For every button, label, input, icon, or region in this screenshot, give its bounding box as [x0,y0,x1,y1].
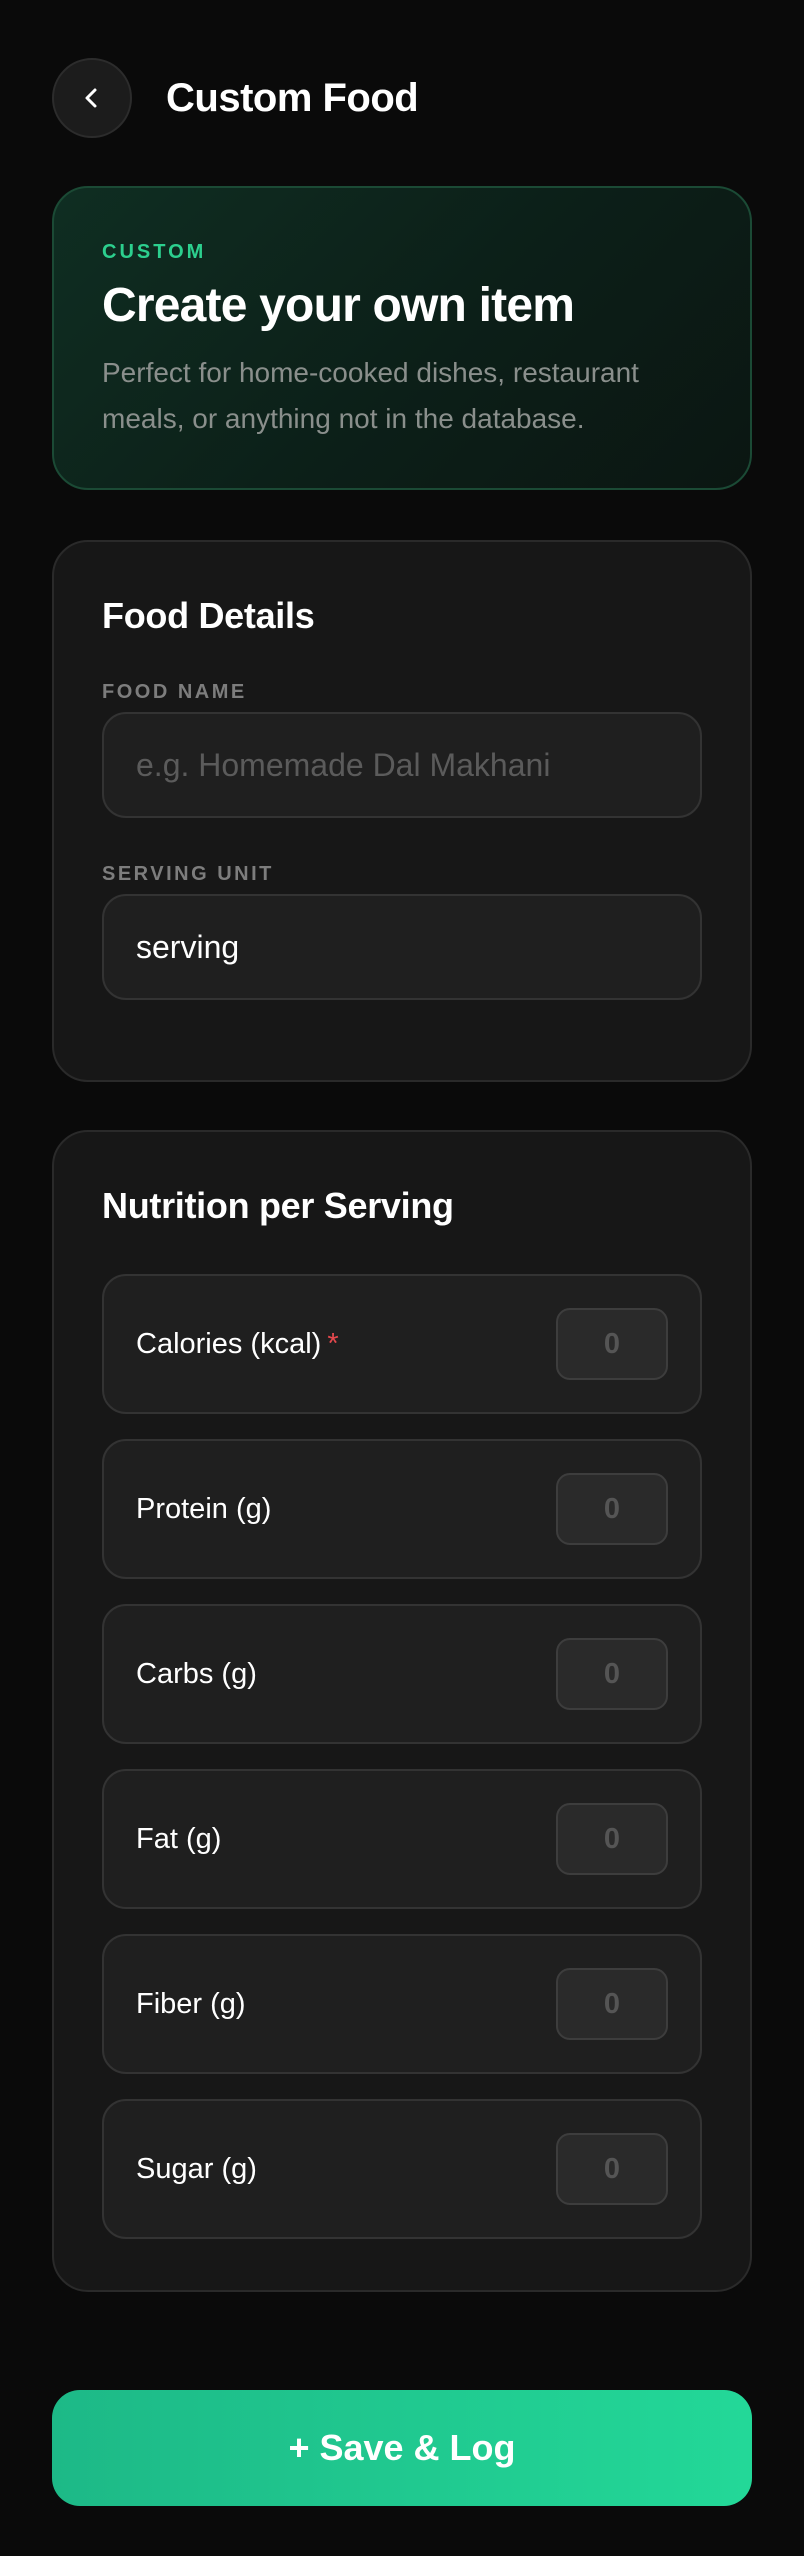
save-and-log-button[interactable]: + Save & Log [52,2390,752,2506]
calories-input[interactable]: 0 [556,1308,668,1380]
protein-placeholder: 0 [603,1492,621,1525]
nutrition-title: Nutrition per Serving [102,1185,454,1226]
back-button[interactable] [52,58,132,138]
required-marker: * [327,1327,339,1360]
hero-eyebrow: CUSTOM [102,241,207,263]
food-details-title: Food Details [102,595,315,636]
serving-unit-label: SERVING UNIT [102,863,274,885]
nutrition-row-protein: Protein (g) 0 [102,1439,702,1579]
carbs-placeholder: 0 [603,1657,621,1690]
chevron-left-icon [85,88,97,108]
food-name-label: FOOD NAME [102,681,247,703]
nutrition-row-carbs: Carbs (g) 0 [102,1604,702,1744]
sugar-input[interactable]: 0 [556,2133,668,2205]
fat-input[interactable]: 0 [556,1803,668,1875]
fiber-label: Fiber (g) [136,1987,246,2020]
nutrition-row-fat: Fat (g) 0 [102,1769,702,1909]
food-name-input[interactable]: e.g. Homemade Dal Makhani [102,712,702,818]
fat-label: Fat (g) [136,1822,222,1855]
calories-label: Calories (kcal) [136,1327,322,1360]
protein-label: Protein (g) [136,1492,272,1525]
nutrition-row-fiber: Fiber (g) 0 [102,1934,702,2074]
hero-title: Create your own item [102,279,575,332]
sugar-placeholder: 0 [603,2152,621,2185]
fiber-input[interactable]: 0 [556,1968,668,2040]
serving-unit-value: serving [136,928,240,965]
food-details-card: Food Details FOOD NAME e.g. Homemade Dal… [52,540,752,1082]
nutrition-card: Nutrition per Serving Calories (kcal) * 0… [52,1130,752,2292]
hero-card: CUSTOM Create your own item Perfect for … [52,186,752,490]
page-title: Custom Food [166,75,419,120]
sugar-label: Sugar (g) [136,2152,257,2185]
nutrition-row-calories: Calories (kcal) * 0 [102,1274,702,1414]
protein-input[interactable]: 0 [556,1473,668,1545]
fat-placeholder: 0 [603,1822,621,1855]
hero-description: Perfect for home-cooked dishes, restaura… [102,357,639,434]
header: Custom Food [52,58,419,138]
calories-placeholder: 0 [603,1327,621,1360]
nutrition-row-sugar: Sugar (g) 0 [102,2099,702,2239]
carbs-input[interactable]: 0 [556,1638,668,1710]
carbs-label: Carbs (g) [136,1657,257,1690]
fiber-placeholder: 0 [603,1987,621,2020]
serving-unit-input[interactable]: serving [102,894,702,1000]
calories-label-wrap: Calories (kcal) * [136,1328,339,1361]
food-name-placeholder: e.g. Homemade Dal Makhani [136,746,551,783]
